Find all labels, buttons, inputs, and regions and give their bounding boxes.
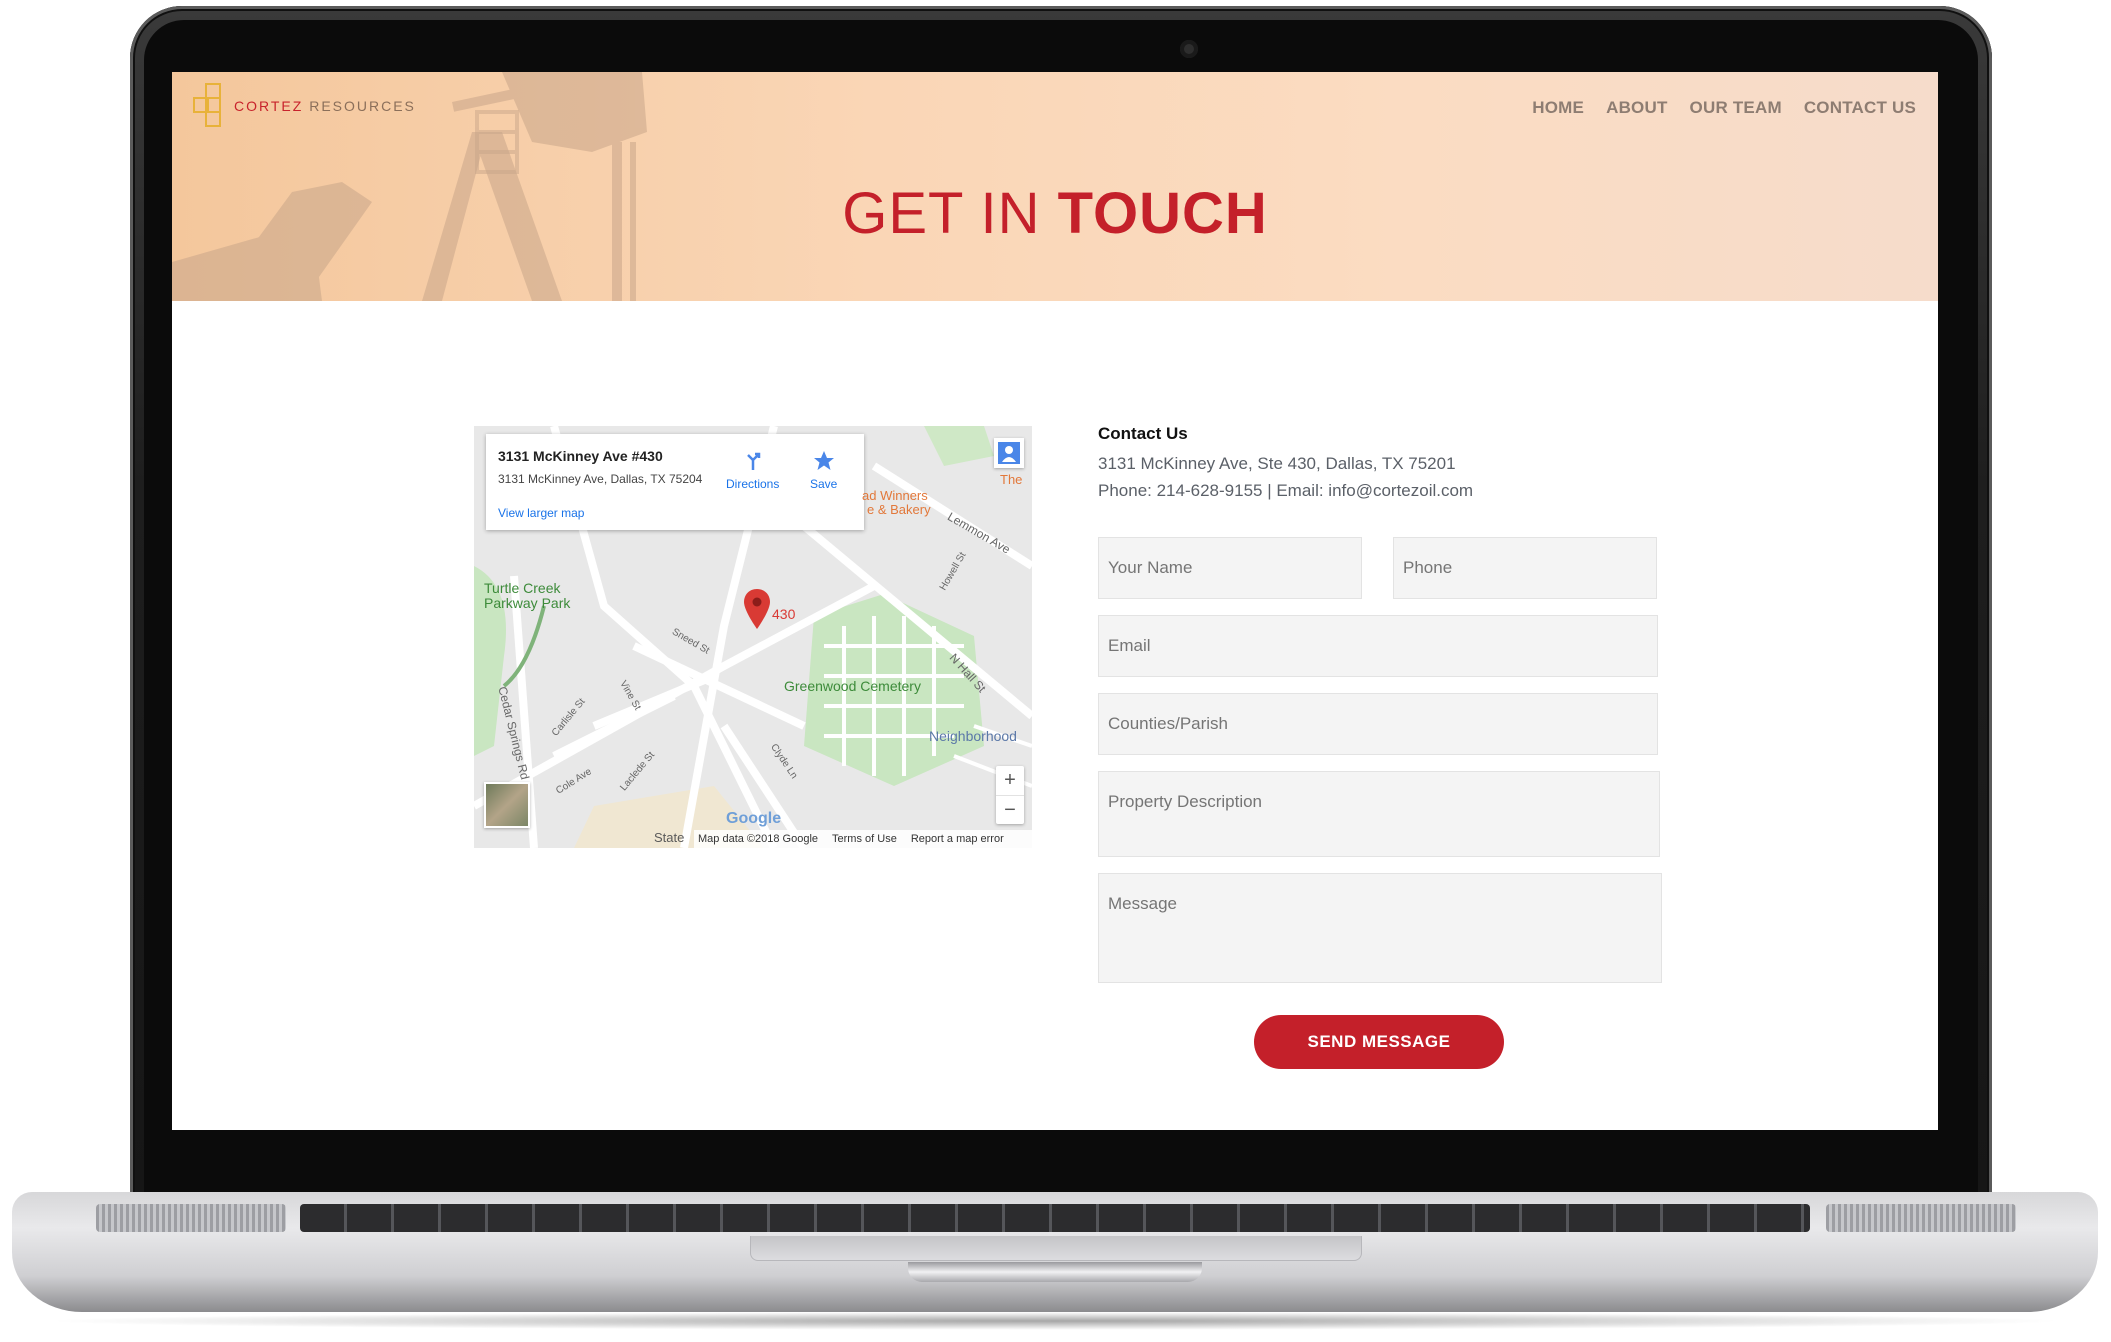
- zoom-out-button[interactable]: −: [996, 795, 1024, 825]
- nav-home[interactable]: HOME: [1532, 98, 1584, 118]
- directions-label: Directions: [726, 477, 780, 491]
- top-nav: HOME ABOUT OUR TEAM CONTACT US: [1532, 98, 1916, 118]
- map-place-neighborhood: Neighborhood: [929, 728, 1017, 744]
- map-terms-link[interactable]: Terms of Use: [832, 833, 897, 845]
- map-data-attribution: Map data ©2018 Google: [698, 833, 819, 845]
- hero-banner: CORTEZ RESOURCES HOME ABOUT OUR TEAM CON…: [172, 72, 1938, 301]
- save-label: Save: [810, 477, 838, 491]
- map-card-address: 3131 McKinney Ave, Dallas, TX 75204: [498, 472, 703, 486]
- map-place-winners: ad Winners: [862, 488, 928, 503]
- map-place-parkway-park: Parkway Park: [484, 595, 571, 611]
- map-footer: Map data ©2018 Google Terms of Use Repor…: [694, 830, 1032, 848]
- view-larger-map-link[interactable]: View larger map: [498, 506, 584, 520]
- message-field[interactable]: [1098, 873, 1662, 983]
- report-map-error-link[interactable]: Report a map error: [911, 833, 1004, 845]
- map-pin-icon: [744, 589, 770, 629]
- map-place-bakery: e & Bakery: [867, 502, 931, 517]
- send-message-button[interactable]: SEND MESSAGE: [1254, 1015, 1504, 1069]
- zoom-in-button[interactable]: +: [996, 766, 1024, 795]
- nav-contact-us[interactable]: CONTACT US: [1804, 98, 1916, 118]
- google-logo: Google: [726, 810, 782, 827]
- nav-our-team[interactable]: OUR TEAM: [1690, 98, 1782, 118]
- nav-about[interactable]: ABOUT: [1606, 98, 1667, 118]
- property-description-field[interactable]: [1098, 771, 1660, 857]
- phone-field[interactable]: [1393, 537, 1657, 599]
- satellite-toggle[interactable]: [484, 782, 530, 828]
- map-pin-label: 430: [772, 606, 796, 622]
- counties-parish-field[interactable]: [1098, 693, 1658, 755]
- page-title: GET IN TOUCH: [172, 180, 1938, 247]
- laptop-notch: [908, 1262, 1202, 1282]
- logo-cross-icon: [193, 83, 221, 127]
- map-place-the: The: [1000, 472, 1023, 487]
- contact-address: 3131 McKinney Ave, Ste 430, Dallas, TX 7…: [1098, 454, 1456, 473]
- laptop-shadow: [40, 1312, 2070, 1330]
- map-place-state: State: [654, 830, 685, 845]
- zoom-controls: + −: [996, 766, 1024, 824]
- map-place-greenwood: Greenwood Cemetery: [784, 678, 921, 694]
- cortez-logo[interactable]: CORTEZ RESOURCES: [192, 82, 416, 130]
- camera-icon: [1180, 40, 1198, 58]
- page-title-light: GET IN: [842, 181, 1058, 246]
- star-icon: [813, 451, 834, 470]
- contact-heading: Contact Us: [1098, 424, 1188, 443]
- map-card-title: 3131 McKinney Ave #430: [498, 448, 663, 464]
- name-field[interactable]: [1098, 537, 1362, 599]
- speaker-grille-left: [96, 1204, 286, 1232]
- save-place-button[interactable]: Save: [810, 450, 837, 491]
- embedded-map[interactable]: 3131 McKinney Ave #430 3131 McKinney Ave…: [474, 426, 1032, 848]
- location-pin[interactable]: [744, 589, 770, 634]
- website-screen: CORTEZ RESOURCES HOME ABOUT OUR TEAM CON…: [172, 72, 1938, 1130]
- street-view-button[interactable]: [994, 438, 1024, 468]
- pegman-icon: [998, 442, 1020, 464]
- directions-icon: [746, 452, 760, 470]
- trackpad: [750, 1236, 1362, 1261]
- keyboard: [300, 1204, 1810, 1232]
- page-title-bold: TOUCH: [1057, 181, 1268, 246]
- directions-button[interactable]: Directions: [726, 450, 779, 491]
- logo-text: CORTEZ RESOURCES: [234, 98, 416, 114]
- contact-phone-email: Phone: 214-628-9155 | Email: info@cortez…: [1098, 481, 1474, 500]
- map-info-card: 3131 McKinney Ave #430 3131 McKinney Ave…: [486, 434, 864, 530]
- email-field[interactable]: [1098, 615, 1658, 677]
- speaker-grille-right: [1826, 1204, 2016, 1232]
- map-place-turtle-creek: Turtle Creek: [484, 580, 561, 596]
